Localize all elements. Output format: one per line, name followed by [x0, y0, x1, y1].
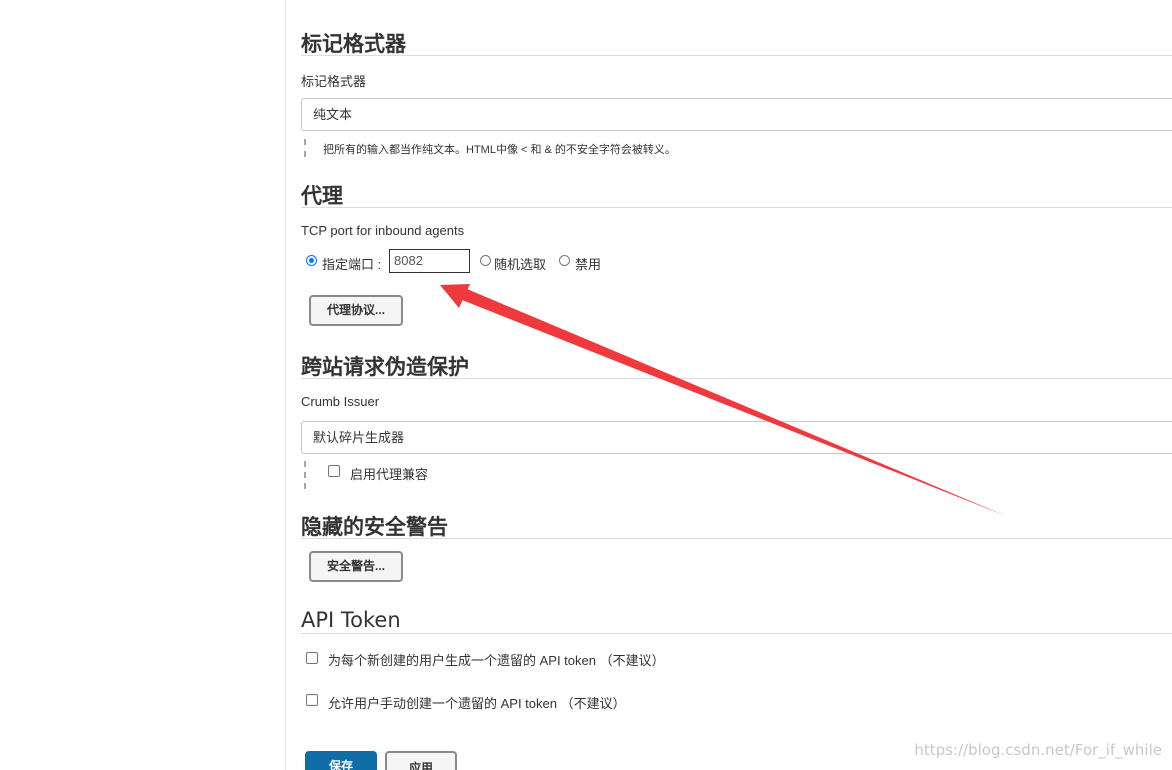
section-divider — [301, 633, 1172, 634]
csrf-title: 跨站请求伪造保护 — [301, 355, 469, 379]
config-page: 标记格式器 标记格式器 纯文本 把所有的输入都当作纯文本。HTML中像 < 和 … — [0, 0, 1172, 770]
arrow-head — [440, 284, 470, 308]
radio-random-port[interactable] — [480, 254, 491, 268]
radio-fixed-port-label[interactable]: 指定端口 : — [322, 254, 381, 273]
side-panel — [0, 0, 286, 770]
section-divider — [301, 378, 1172, 379]
radio-disable-port[interactable] — [559, 254, 570, 268]
radio-disable-port-label[interactable]: 禁用 — [575, 254, 601, 273]
section-divider — [301, 207, 1172, 208]
radio-unchecked-icon[interactable] — [480, 255, 491, 267]
legacy-token-auto-checkbox[interactable] — [306, 652, 318, 664]
api-token-title: API Token — [301, 608, 401, 632]
radio-checked-icon[interactable] — [306, 255, 317, 267]
agent-protocols-button[interactable]: 代理协议... — [309, 295, 403, 326]
crumb-issuer-select[interactable]: 默认碎片生成器 — [301, 421, 1172, 454]
proxy-compat-checkbox[interactable] — [328, 465, 340, 477]
hidden-warnings-title: 隐藏的安全警告 — [301, 515, 448, 539]
agents-port-label: TCP port for inbound agents — [301, 223, 465, 238]
option-divider — [304, 461, 306, 489]
section-divider — [301, 538, 1172, 539]
radio-unchecked-icon[interactable] — [559, 255, 570, 267]
markup-formatter-label: 标记格式器 — [301, 74, 367, 89]
help-divider — [304, 139, 306, 157]
watermark: https://blog.csdn.net/For_if_while — [914, 741, 1162, 759]
crumb-issuer-label: Crumb Issuer — [301, 394, 380, 409]
apply-button[interactable]: 应用 — [385, 751, 457, 770]
proxy-compat-label[interactable]: 启用代理兼容 — [350, 464, 428, 483]
arrow-shaft — [462, 289, 1006, 516]
port-input[interactable]: 8082 — [389, 249, 470, 273]
legacy-token-auto-label[interactable]: 为每个新创建的用户生成一个遗留的 API token （不建议） — [328, 650, 665, 669]
radio-fixed-port[interactable] — [306, 254, 317, 268]
markup-formatter-title: 标记格式器 — [301, 32, 406, 56]
agents-title: 代理 — [301, 184, 343, 208]
legacy-token-manual-checkbox[interactable] — [306, 694, 318, 706]
security-warnings-button[interactable]: 安全警告... — [309, 551, 403, 582]
markup-formatter-help: 把所有的输入都当作纯文本。HTML中像 < 和 & 的不安全字符会被转义。 — [323, 144, 676, 156]
markup-formatter-select[interactable]: 纯文本 — [301, 98, 1172, 131]
legacy-token-manual-label[interactable]: 允许用户手动创建一个遗留的 API token （不建议） — [328, 693, 626, 712]
section-divider — [301, 55, 1172, 56]
save-button[interactable]: 保存 — [305, 751, 377, 770]
radio-random-port-label[interactable]: 随机选取 — [494, 254, 546, 273]
